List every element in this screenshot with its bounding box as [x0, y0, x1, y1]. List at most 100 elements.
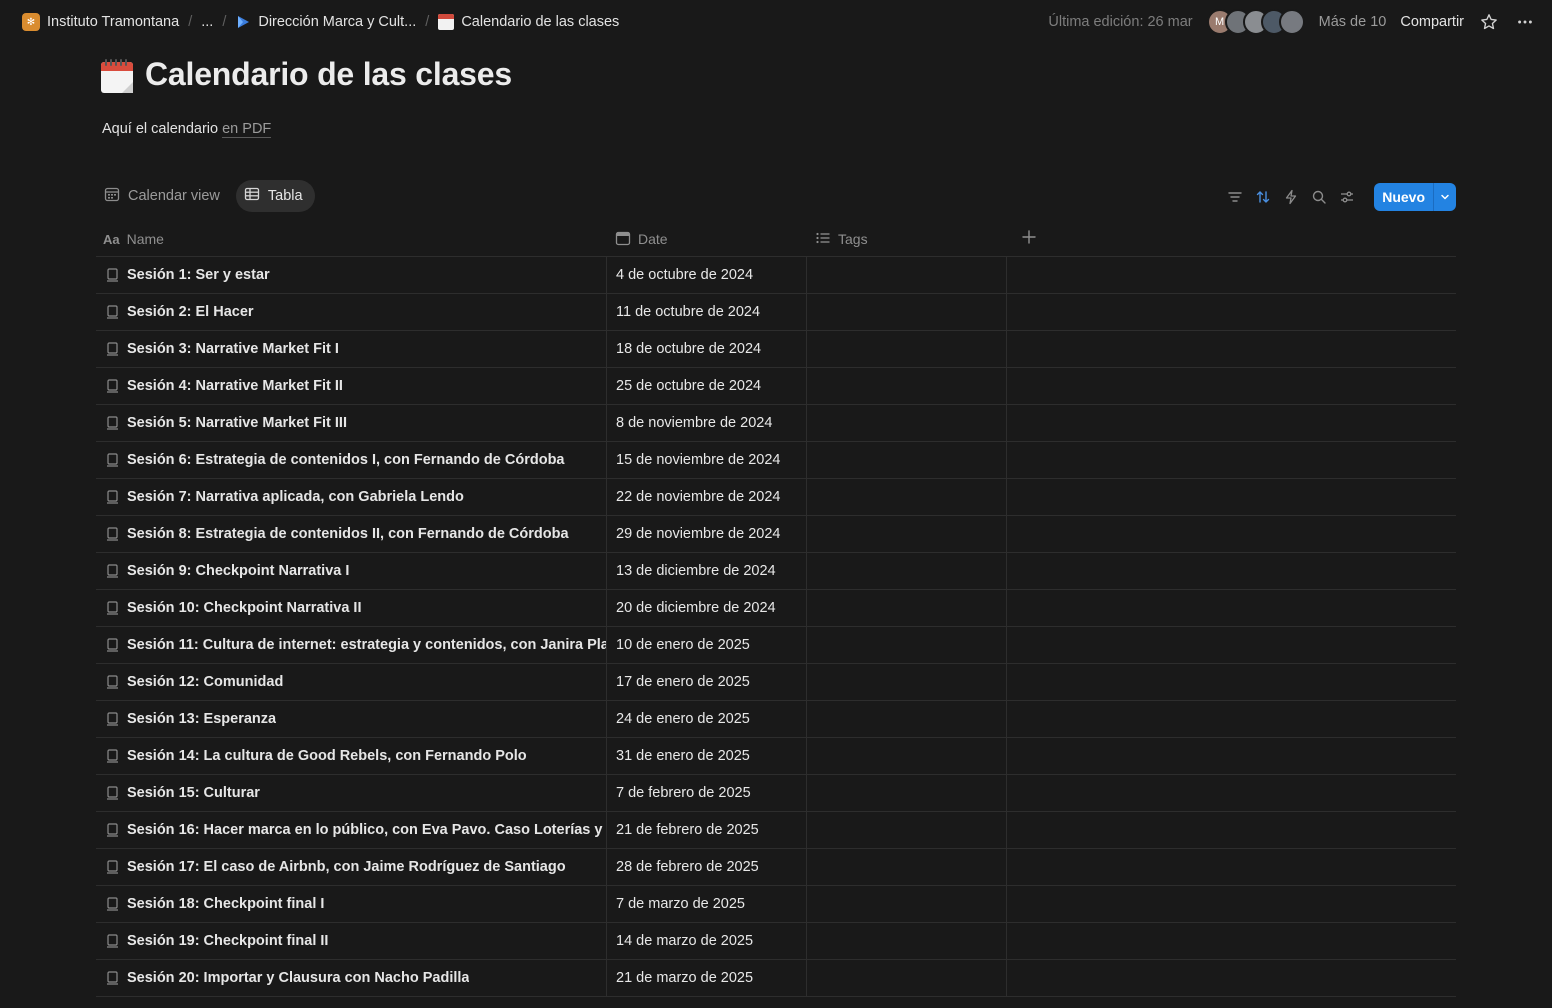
- cell-date[interactable]: 11 de octubre de 2024: [606, 294, 806, 330]
- row-name-text[interactable]: Sesión 20: Importar y Clausura con Nacho…: [127, 970, 469, 986]
- automation-bolt-icon[interactable]: [1282, 188, 1300, 206]
- cell-name[interactable]: Sesión 16: Hacer marca en lo público, co…: [96, 812, 606, 848]
- table-row[interactable]: Sesión 19: Checkpoint final II 14 de marz…: [96, 923, 1456, 960]
- table-row[interactable]: Sesión 5: Narrative Market Fit III 8 de n…: [96, 405, 1456, 442]
- table-row[interactable]: Sesión 14: La cultura de Good Rebels, co…: [96, 738, 1456, 775]
- table-row[interactable]: Sesión 9: Checkpoint Narrativa I 13 de di…: [96, 553, 1456, 590]
- table-row[interactable]: Sesión 16: Hacer marca en lo público, co…: [96, 812, 1456, 849]
- table-row[interactable]: Sesión 18: Checkpoint final I 7 de marzo …: [96, 886, 1456, 923]
- cell-name[interactable]: Sesión 4: Narrative Market Fit II: [96, 368, 606, 404]
- chevron-down-icon[interactable]: [1433, 183, 1456, 211]
- cell-tags[interactable]: [806, 886, 1006, 922]
- cell-tags[interactable]: [806, 849, 1006, 885]
- cell-tags[interactable]: [806, 553, 1006, 589]
- breadcrumb-ellipsis[interactable]: ...: [197, 12, 217, 32]
- filter-icon[interactable]: [1226, 188, 1244, 206]
- table-row[interactable]: Sesión 2: El Hacer 11 de octubre de 2024: [96, 294, 1456, 331]
- cell-date[interactable]: 14 de marzo de 2025: [606, 923, 806, 959]
- row-name-text[interactable]: Sesión 7: Narrativa aplicada, con Gabrie…: [127, 489, 464, 505]
- table-row[interactable]: Sesión 3: Narrative Market Fit I 18 de oc…: [96, 331, 1456, 368]
- column-header-name[interactable]: Aa Name: [96, 222, 606, 256]
- cell-name[interactable]: Sesión 13: Esperanza: [96, 701, 606, 737]
- new-button[interactable]: Nuevo: [1374, 183, 1433, 211]
- cell-date[interactable]: 20 de diciembre de 2024: [606, 590, 806, 626]
- page-title[interactable]: Calendario de las clases: [145, 56, 512, 93]
- cell-tags[interactable]: [806, 516, 1006, 552]
- cell-tags[interactable]: [806, 257, 1006, 293]
- cell-date[interactable]: 13 de diciembre de 2024: [606, 553, 806, 589]
- table-row[interactable]: Sesión 7: Narrativa aplicada, con Gabrie…: [96, 479, 1456, 516]
- calendar-emoji-icon[interactable]: [100, 58, 134, 94]
- cell-name[interactable]: Sesión 7: Narrativa aplicada, con Gabrie…: [96, 479, 606, 515]
- cell-tags[interactable]: [806, 479, 1006, 515]
- row-name-text[interactable]: Sesión 3: Narrative Market Fit I: [127, 341, 339, 357]
- cell-tags[interactable]: [806, 701, 1006, 737]
- cell-tags[interactable]: [806, 664, 1006, 700]
- table-row[interactable]: Sesión 11: Cultura de internet: estrateg…: [96, 627, 1456, 664]
- table-row[interactable]: Sesión 20: Importar y Clausura con Nacho…: [96, 960, 1456, 997]
- more-users-count[interactable]: Más de 10: [1319, 14, 1387, 30]
- cell-name[interactable]: Sesión 10: Checkpoint Narrativa II: [96, 590, 606, 626]
- cell-name[interactable]: Sesión 20: Importar y Clausura con Nacho…: [96, 960, 606, 996]
- cell-name[interactable]: Sesión 8: Estrategia de contenidos II, c…: [96, 516, 606, 552]
- cell-tags[interactable]: [806, 294, 1006, 330]
- cell-date[interactable]: 15 de noviembre de 2024: [606, 442, 806, 478]
- row-name-text[interactable]: Sesión 15: Culturar: [127, 785, 260, 801]
- cell-name[interactable]: Sesión 6: Estrategia de contenidos I, co…: [96, 442, 606, 478]
- cell-tags[interactable]: [806, 775, 1006, 811]
- cell-tags[interactable]: [806, 960, 1006, 996]
- cell-date[interactable]: 28 de febrero de 2025: [606, 849, 806, 885]
- row-name-text[interactable]: Sesión 13: Esperanza: [127, 711, 276, 727]
- table-row[interactable]: Sesión 17: El caso de Airbnb, con Jaime …: [96, 849, 1456, 886]
- row-name-text[interactable]: Sesión 17: El caso de Airbnb, con Jaime …: [127, 859, 566, 875]
- row-name-text[interactable]: Sesión 19: Checkpoint final II: [127, 933, 328, 949]
- breadcrumb-current[interactable]: Calendario de las clases: [434, 12, 623, 32]
- row-name-text[interactable]: Sesión 2: El Hacer: [127, 304, 254, 320]
- cell-date[interactable]: 8 de noviembre de 2024: [606, 405, 806, 441]
- share-button[interactable]: Compartir: [1400, 14, 1464, 30]
- cell-name[interactable]: Sesión 14: La cultura de Good Rebels, co…: [96, 738, 606, 774]
- cell-tags[interactable]: [806, 331, 1006, 367]
- cell-name[interactable]: Sesión 19: Checkpoint final II: [96, 923, 606, 959]
- column-header-tags[interactable]: Tags: [806, 222, 1006, 256]
- cell-name[interactable]: Sesión 2: El Hacer: [96, 294, 606, 330]
- row-name-text[interactable]: Sesión 10: Checkpoint Narrativa II: [127, 600, 362, 616]
- row-name-text[interactable]: Sesión 1: Ser y estar: [127, 267, 270, 283]
- tab-table[interactable]: Tabla: [235, 180, 315, 212]
- table-row[interactable]: Sesión 12: Comunidad 17 de enero de 2025: [96, 664, 1456, 701]
- table-row[interactable]: Sesión 13: Esperanza 24 de enero de 2025: [96, 701, 1456, 738]
- tab-calendar-view[interactable]: Calendar view: [96, 180, 232, 212]
- row-name-text[interactable]: Sesión 6: Estrategia de contenidos I, co…: [127, 452, 565, 468]
- cell-name[interactable]: Sesión 11: Cultura de internet: estrateg…: [96, 627, 606, 663]
- cell-date[interactable]: 31 de enero de 2025: [606, 738, 806, 774]
- cell-name[interactable]: Sesión 1: Ser y estar: [96, 257, 606, 293]
- cell-tags[interactable]: [806, 738, 1006, 774]
- row-name-text[interactable]: Sesión 4: Narrative Market Fit II: [127, 378, 343, 394]
- more-options-icon[interactable]: [1514, 11, 1536, 33]
- cell-date[interactable]: 18 de octubre de 2024: [606, 331, 806, 367]
- row-name-text[interactable]: Sesión 5: Narrative Market Fit III: [127, 415, 347, 431]
- column-header-date[interactable]: Date: [606, 222, 806, 256]
- avatar[interactable]: [1278, 9, 1305, 35]
- cell-name[interactable]: Sesión 17: El caso de Airbnb, con Jaime …: [96, 849, 606, 885]
- row-name-text[interactable]: Sesión 18: Checkpoint final I: [127, 896, 324, 912]
- cell-tags[interactable]: [806, 442, 1006, 478]
- cell-date[interactable]: 17 de enero de 2025: [606, 664, 806, 700]
- cell-date[interactable]: 7 de febrero de 2025: [606, 775, 806, 811]
- cell-tags[interactable]: [806, 812, 1006, 848]
- cell-date[interactable]: 4 de octubre de 2024: [606, 257, 806, 293]
- cell-date[interactable]: 7 de marzo de 2025: [606, 886, 806, 922]
- cell-tags[interactable]: [806, 405, 1006, 441]
- breadcrumb-parent[interactable]: Dirección Marca y Cult...: [231, 12, 420, 32]
- cell-name[interactable]: Sesión 3: Narrative Market Fit I: [96, 331, 606, 367]
- cell-name[interactable]: Sesión 18: Checkpoint final I: [96, 886, 606, 922]
- table-row[interactable]: Sesión 6: Estrategia de contenidos I, co…: [96, 442, 1456, 479]
- search-icon[interactable]: [1310, 188, 1328, 206]
- row-name-text[interactable]: Sesión 11: Cultura de internet: estrateg…: [127, 637, 606, 653]
- cell-name[interactable]: Sesión 5: Narrative Market Fit III: [96, 405, 606, 441]
- collaborator-avatars[interactable]: M: [1206, 9, 1305, 35]
- row-name-text[interactable]: Sesión 9: Checkpoint Narrativa I: [127, 563, 349, 579]
- table-row[interactable]: Sesión 4: Narrative Market Fit II 25 de o…: [96, 368, 1456, 405]
- cell-tags[interactable]: [806, 627, 1006, 663]
- row-name-text[interactable]: Sesión 12: Comunidad: [127, 674, 283, 690]
